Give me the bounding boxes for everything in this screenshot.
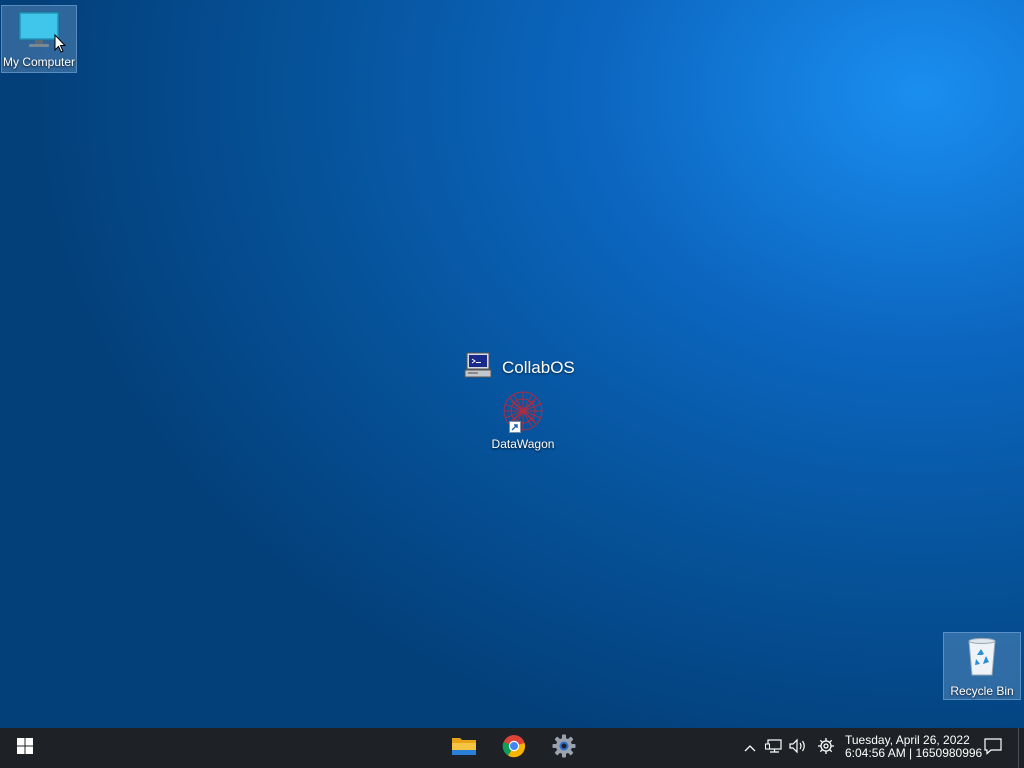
file-explorer-button[interactable]: [440, 728, 488, 768]
clock[interactable]: Tuesday, April 26, 2022 6:04:56 AM | 165…: [845, 734, 982, 760]
network-icon: [765, 738, 783, 759]
my-computer-shortcut[interactable]: My Computer: [1, 5, 77, 73]
settings-gear-icon: [552, 734, 576, 763]
datawagon-shortcut[interactable]: DataWagon: [490, 389, 556, 451]
datawagon-label: DataWagon: [491, 437, 555, 451]
chrome-button[interactable]: [490, 728, 538, 768]
settings-button[interactable]: [540, 728, 588, 768]
volume-icon: [789, 738, 807, 759]
network-tray-button[interactable]: [763, 728, 785, 768]
show-hidden-icons-button[interactable]: [741, 728, 759, 768]
gear-icon: [817, 737, 835, 760]
datawagon-logo-icon: [500, 389, 546, 433]
notification-center-button[interactable]: [980, 728, 1006, 768]
chrome-icon: [502, 734, 526, 763]
clock-time: 6:04:56 AM | 1650980996: [845, 746, 983, 760]
windows-logo-icon: [17, 737, 33, 759]
collabos-shortcut[interactable]: CollabOS: [464, 351, 575, 384]
desktop: My Computer CollabOS DataWagon Recycle B…: [0, 0, 1024, 728]
mouse-cursor-icon: [54, 33, 67, 54]
my-computer-label: My Computer: [2, 55, 76, 69]
settings-tray-button[interactable]: [815, 728, 837, 768]
recycle-bin-label: Recycle Bin: [950, 684, 1014, 698]
folder-icon: [451, 735, 477, 762]
notification-icon: [984, 737, 1002, 760]
chevron-up-icon: [744, 739, 756, 757]
start-button[interactable]: [4, 728, 46, 768]
collabos-label: CollabOS: [502, 357, 575, 377]
show-desktop-button[interactable]: [1018, 728, 1024, 768]
volume-tray-button[interactable]: [787, 728, 809, 768]
taskbar: Tuesday, April 26, 2022 6:04:56 AM | 165…: [0, 728, 1024, 768]
recycle-bin-shortcut[interactable]: Recycle Bin: [943, 632, 1021, 700]
recycle-bin-icon: [965, 637, 999, 680]
computer-terminal-icon: [464, 351, 492, 384]
shortcut-arrow-icon: [509, 421, 521, 433]
